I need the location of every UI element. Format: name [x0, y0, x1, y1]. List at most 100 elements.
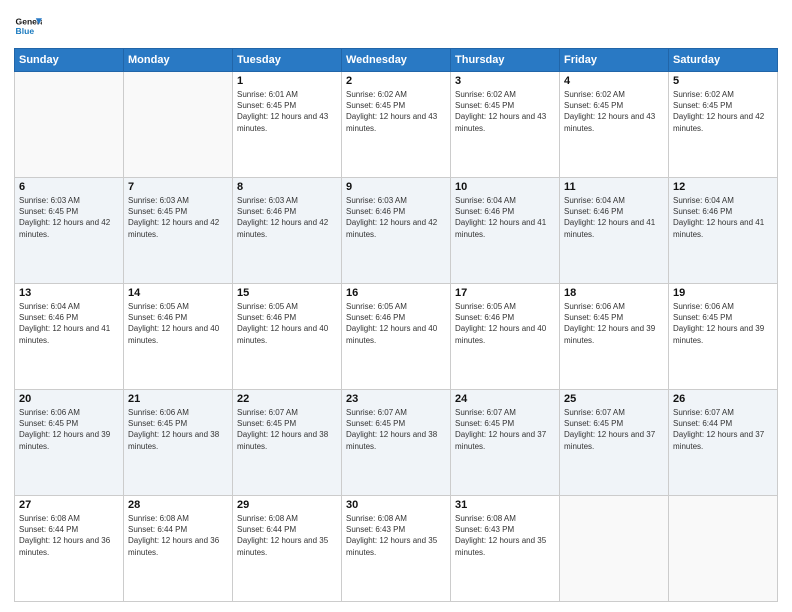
- day-info: Sunrise: 6:06 AMSunset: 6:45 PMDaylight:…: [128, 407, 228, 452]
- calendar-cell: 12 Sunrise: 6:04 AMSunset: 6:46 PMDayligh…: [669, 178, 778, 284]
- calendar-cell: 5Sunrise: 6:02 AMSunset: 6:45 PMDaylight…: [669, 72, 778, 178]
- day-number: 2: [346, 75, 446, 87]
- calendar-cell: 13Sunrise: 6:04 AMSunset: 6:46 PMDayligh…: [15, 284, 124, 390]
- calendar-cell: 18 Sunrise: 6:06 AMSunset: 6:45 PMDayligh…: [560, 284, 669, 390]
- day-number: 29: [237, 499, 337, 511]
- day-number: 17: [455, 287, 555, 299]
- calendar-week-row: 1Sunrise: 6:01 AMSunset: 6:45 PMDaylight…: [15, 72, 778, 178]
- calendar-cell: 6 Sunrise: 6:03 AMSunset: 6:45 PMDaylight…: [15, 178, 124, 284]
- day-number: 10: [455, 181, 555, 193]
- calendar-cell: 9 Sunrise: 6:03 AMSunset: 6:46 PMDaylight…: [342, 178, 451, 284]
- day-number: 31: [455, 499, 555, 511]
- day-info: Sunrise: 6:08 AMSunset: 6:44 PMDaylight:…: [237, 513, 337, 558]
- day-number: 30: [346, 499, 446, 511]
- day-number: 7: [128, 181, 228, 193]
- calendar-week-row: 6 Sunrise: 6:03 AMSunset: 6:45 PMDaylight…: [15, 178, 778, 284]
- calendar-cell: 1Sunrise: 6:01 AMSunset: 6:45 PMDaylight…: [233, 72, 342, 178]
- calendar-day-header: Monday: [124, 49, 233, 72]
- day-info: Sunrise: 6:05 AMSunset: 6:46 PMDaylight:…: [128, 301, 228, 346]
- day-info: Sunrise: 6:07 AMSunset: 6:45 PMDaylight:…: [346, 407, 446, 452]
- day-number: 20: [19, 393, 119, 405]
- day-info: Sunrise: 6:06 AMSunset: 6:45 PMDaylight:…: [564, 301, 664, 346]
- day-info: Sunrise: 6:07 AMSunset: 6:45 PMDaylight:…: [455, 407, 555, 452]
- calendar-cell: 10 Sunrise: 6:04 AMSunset: 6:46 PMDayligh…: [451, 178, 560, 284]
- day-number: 26: [673, 393, 773, 405]
- day-info: Sunrise: 6:08 AMSunset: 6:44 PMDaylight:…: [19, 513, 119, 558]
- svg-text:Blue: Blue: [16, 26, 35, 36]
- calendar-week-row: 13Sunrise: 6:04 AMSunset: 6:46 PMDayligh…: [15, 284, 778, 390]
- calendar-week-row: 20 Sunrise: 6:06 AMSunset: 6:45 PMDayligh…: [15, 390, 778, 496]
- calendar-cell: [560, 496, 669, 602]
- day-info: Sunrise: 6:06 AMSunset: 6:45 PMDaylight:…: [19, 407, 119, 452]
- day-info: Sunrise: 6:05 AMSunset: 6:46 PMDaylight:…: [455, 301, 555, 346]
- day-info: Sunrise: 6:07 AMSunset: 6:44 PMDaylight:…: [673, 407, 773, 452]
- day-number: 25: [564, 393, 664, 405]
- day-number: 23: [346, 393, 446, 405]
- calendar-cell: 17 Sunrise: 6:05 AMSunset: 6:46 PMDayligh…: [451, 284, 560, 390]
- header: General Blue: [14, 12, 778, 40]
- day-info: Sunrise: 6:08 AMSunset: 6:43 PMDaylight:…: [455, 513, 555, 558]
- day-number: 21: [128, 393, 228, 405]
- day-number: 22: [237, 393, 337, 405]
- day-number: 3: [455, 75, 555, 87]
- calendar-cell: 24 Sunrise: 6:07 AMSunset: 6:45 PMDayligh…: [451, 390, 560, 496]
- day-number: 5: [673, 75, 773, 87]
- calendar-header-row: SundayMondayTuesdayWednesdayThursdayFrid…: [15, 49, 778, 72]
- day-info: Sunrise: 6:02 AMSunset: 6:45 PMDaylight:…: [455, 89, 555, 134]
- calendar-cell: 11 Sunrise: 6:04 AMSunset: 6:46 PMDayligh…: [560, 178, 669, 284]
- day-info: Sunrise: 6:03 AMSunset: 6:45 PMDaylight:…: [19, 195, 119, 240]
- day-info: Sunrise: 6:07 AMSunset: 6:45 PMDaylight:…: [564, 407, 664, 452]
- day-info: Sunrise: 6:05 AMSunset: 6:46 PMDaylight:…: [346, 301, 446, 346]
- day-number: 18: [564, 287, 664, 299]
- day-info: Sunrise: 6:04 AMSunset: 6:46 PMDaylight:…: [564, 195, 664, 240]
- day-info: Sunrise: 6:07 AMSunset: 6:45 PMDaylight:…: [237, 407, 337, 452]
- day-number: 24: [455, 393, 555, 405]
- day-number: 27: [19, 499, 119, 511]
- day-info: Sunrise: 6:08 AMSunset: 6:43 PMDaylight:…: [346, 513, 446, 558]
- day-number: 19: [673, 287, 773, 299]
- calendar-cell: [669, 496, 778, 602]
- day-info: Sunrise: 6:03 AMSunset: 6:45 PMDaylight:…: [128, 195, 228, 240]
- calendar-day-header: Saturday: [669, 49, 778, 72]
- day-number: 28: [128, 499, 228, 511]
- day-number: 1: [237, 75, 337, 87]
- day-info: Sunrise: 6:03 AMSunset: 6:46 PMDaylight:…: [346, 195, 446, 240]
- calendar-day-header: Friday: [560, 49, 669, 72]
- calendar-cell: 20 Sunrise: 6:06 AMSunset: 6:45 PMDayligh…: [15, 390, 124, 496]
- day-number: 12: [673, 181, 773, 193]
- day-info: Sunrise: 6:04 AMSunset: 6:46 PMDaylight:…: [455, 195, 555, 240]
- calendar-cell: 2 Sunrise: 6:02 AMSunset: 6:45 PMDaylight…: [342, 72, 451, 178]
- calendar-cell: 27 Sunrise: 6:08 AMSunset: 6:44 PMDayligh…: [15, 496, 124, 602]
- day-number: 16: [346, 287, 446, 299]
- calendar-cell: [124, 72, 233, 178]
- calendar-cell: 14 Sunrise: 6:05 AMSunset: 6:46 PMDayligh…: [124, 284, 233, 390]
- calendar-week-row: 27 Sunrise: 6:08 AMSunset: 6:44 PMDayligh…: [15, 496, 778, 602]
- day-number: 11: [564, 181, 664, 193]
- day-info: Sunrise: 6:02 AMSunset: 6:45 PMDaylight:…: [346, 89, 446, 134]
- calendar-cell: 28 Sunrise: 6:08 AMSunset: 6:44 PMDayligh…: [124, 496, 233, 602]
- day-info: Sunrise: 6:04 AMSunset: 6:46 PMDaylight:…: [19, 301, 119, 346]
- calendar-day-header: Tuesday: [233, 49, 342, 72]
- calendar-cell: 29 Sunrise: 6:08 AMSunset: 6:44 PMDayligh…: [233, 496, 342, 602]
- day-number: 8: [237, 181, 337, 193]
- calendar-cell: 4 Sunrise: 6:02 AMSunset: 6:45 PMDaylight…: [560, 72, 669, 178]
- day-number: 14: [128, 287, 228, 299]
- logo: General Blue: [14, 12, 46, 40]
- day-info: Sunrise: 6:08 AMSunset: 6:44 PMDaylight:…: [128, 513, 228, 558]
- day-info: Sunrise: 6:03 AMSunset: 6:46 PMDaylight:…: [237, 195, 337, 240]
- day-number: 6: [19, 181, 119, 193]
- day-info: Sunrise: 6:02 AMSunset: 6:45 PMDaylight:…: [564, 89, 664, 134]
- calendar-cell: 3 Sunrise: 6:02 AMSunset: 6:45 PMDaylight…: [451, 72, 560, 178]
- calendar-cell: 19Sunrise: 6:06 AMSunset: 6:45 PMDayligh…: [669, 284, 778, 390]
- day-number: 9: [346, 181, 446, 193]
- calendar-cell: 8 Sunrise: 6:03 AMSunset: 6:46 PMDaylight…: [233, 178, 342, 284]
- calendar-cell: [15, 72, 124, 178]
- calendar-cell: 7 Sunrise: 6:03 AMSunset: 6:45 PMDaylight…: [124, 178, 233, 284]
- calendar-day-header: Sunday: [15, 49, 124, 72]
- page: General Blue SundayMondayTuesdayWednesda…: [0, 0, 792, 612]
- day-number: 4: [564, 75, 664, 87]
- calendar-cell: 15Sunrise: 6:05 AMSunset: 6:46 PMDayligh…: [233, 284, 342, 390]
- day-info: Sunrise: 6:04 AMSunset: 6:46 PMDaylight:…: [673, 195, 773, 240]
- calendar-day-header: Wednesday: [342, 49, 451, 72]
- logo-icon: General Blue: [14, 12, 42, 40]
